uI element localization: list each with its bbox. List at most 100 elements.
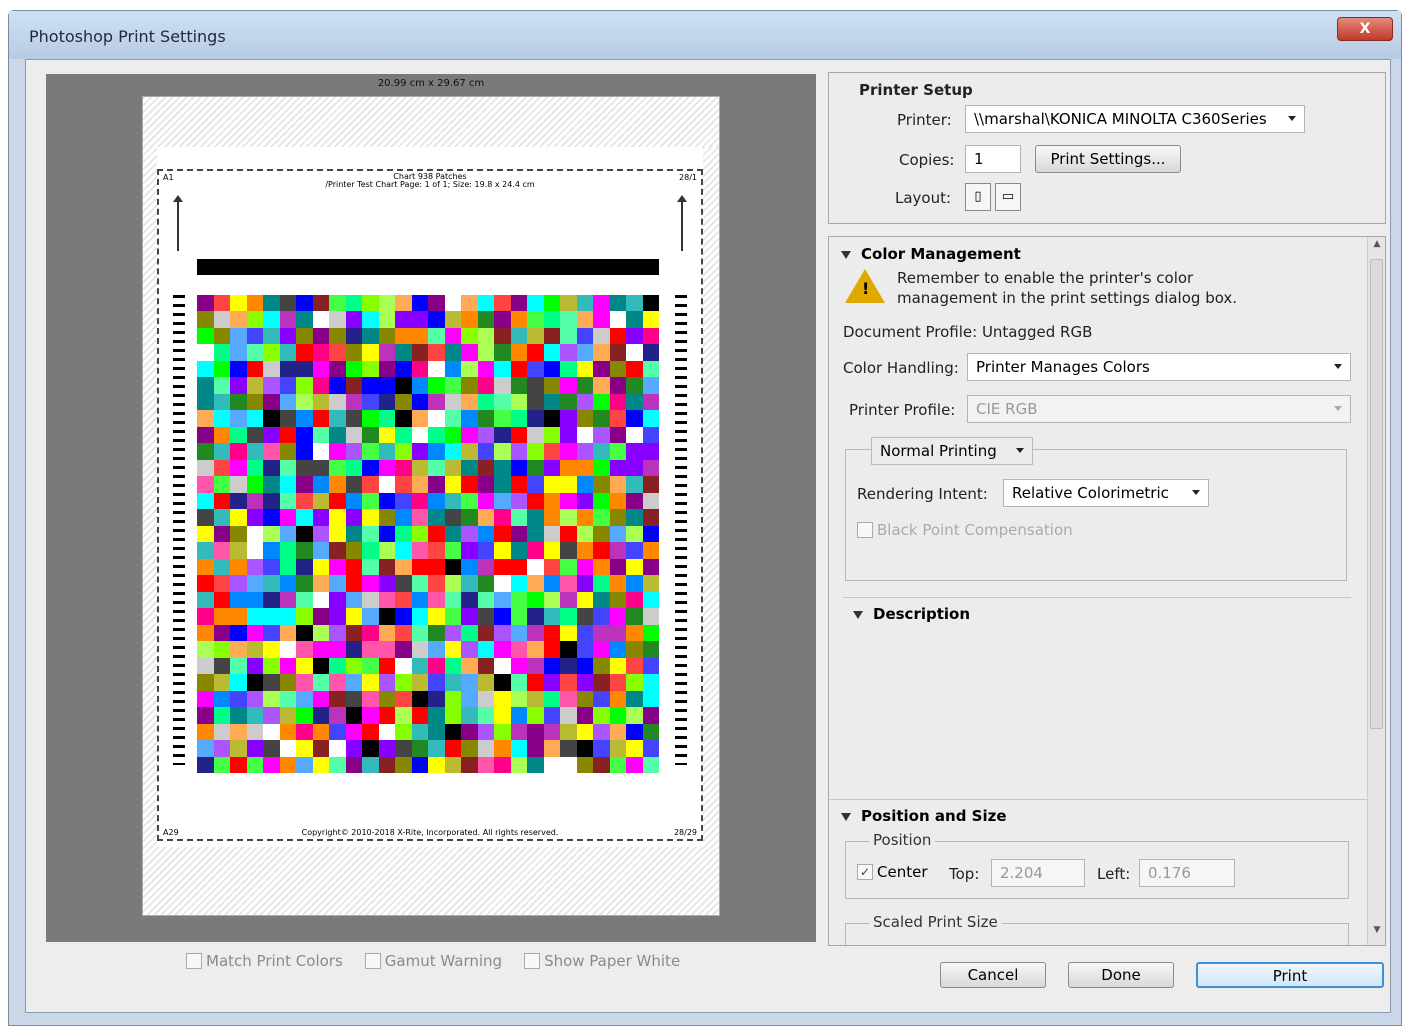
color-patch: [461, 443, 478, 460]
printer-setup-heading: Printer Setup: [859, 81, 973, 99]
color-patch: [527, 311, 544, 328]
color-patch: [609, 542, 626, 559]
color-patch: [428, 624, 445, 642]
checkbox-box[interactable]: [364, 953, 381, 969]
color-patch: [411, 756, 428, 773]
color-patch: [510, 492, 527, 510]
color-handling-select[interactable]: Printer Manages Colors: [967, 353, 1351, 381]
color-patch: [362, 459, 379, 477]
color-patch: [626, 410, 643, 427]
color-patch: [494, 591, 511, 609]
color-patch: [378, 443, 395, 460]
color-patch: [560, 740, 577, 757]
scroll-up-icon[interactable]: ▲: [1368, 239, 1385, 257]
color-patch: [279, 377, 296, 394]
color-patch: [593, 344, 610, 361]
color-patch: [345, 542, 362, 559]
color-patch: [230, 591, 247, 609]
match-print-colors-checkbox[interactable]: Match Print Colors: [186, 952, 343, 970]
warning-icon: !: [845, 269, 885, 303]
black-point-compensation-checkbox[interactable]: Black Point Compensation: [857, 521, 1073, 539]
color-patch: [329, 344, 346, 361]
color-patch: [593, 608, 610, 625]
color-patch: [626, 443, 643, 460]
settings-scroll-panel[interactable]: Color Management ! Remember to enable th…: [828, 236, 1386, 946]
done-button[interactable]: Done: [1068, 962, 1174, 988]
color-patch: [213, 558, 230, 576]
color-patch: [444, 295, 461, 312]
color-patch: [510, 295, 527, 312]
color-patch: [395, 426, 412, 444]
color-patch: [296, 558, 313, 576]
printer-profile-select[interactable]: CIE RGB: [967, 395, 1351, 423]
color-patch: [197, 740, 214, 757]
color-patch: [411, 707, 428, 724]
color-patch: [230, 295, 247, 312]
color-patch: [609, 525, 626, 543]
color-patch: [609, 295, 626, 312]
color-management-header[interactable]: Color Management: [841, 245, 1021, 263]
color-patch: [609, 707, 626, 724]
color-patch: [362, 311, 379, 328]
landscape-layout-icon[interactable]: ▭: [995, 183, 1021, 211]
checkbox-box[interactable]: [857, 522, 873, 538]
position-size-header[interactable]: Position and Size: [841, 807, 1007, 825]
settings-scrollbar[interactable]: ▲ ▼: [1367, 237, 1385, 945]
color-patch: [560, 641, 577, 658]
color-patch: [593, 525, 610, 543]
color-patch: [395, 509, 412, 526]
scroll-down-icon[interactable]: ▼: [1368, 925, 1385, 943]
show-paper-white-checkbox[interactable]: Show Paper White: [524, 952, 680, 970]
checkbox-box[interactable]: [524, 953, 541, 969]
portrait-layout-icon[interactable]: ▯: [965, 183, 991, 211]
rendering-intent-label: Rendering Intent:: [857, 485, 988, 503]
color-patch: [527, 476, 544, 493]
color-patch: [609, 608, 626, 625]
copyright-text: Copyright© 2010-2018 X-Rite, Incorporate…: [301, 828, 559, 837]
color-patch: [444, 327, 461, 345]
color-patch: [543, 641, 560, 658]
color-patch: [345, 426, 362, 444]
color-patch: [428, 674, 445, 691]
color-patch: [279, 591, 296, 609]
color-patch: [213, 311, 230, 328]
color-patch: [378, 327, 395, 345]
printer-select[interactable]: \\marshal\KONICA MINOLTA C360Series: [965, 105, 1305, 133]
registration-ticks-right: [675, 295, 687, 765]
color-patch: [461, 674, 478, 691]
center-checkbox[interactable]: ✓ Center: [857, 863, 928, 881]
color-patch: [197, 476, 214, 493]
close-button[interactable]: X: [1337, 17, 1393, 41]
color-patch: [197, 443, 214, 460]
color-patch: [642, 740, 659, 757]
gamut-warning-label: Gamut Warning: [384, 952, 503, 970]
color-patch: [296, 344, 313, 361]
rendering-intent-select[interactable]: Relative Colorimetric: [1003, 479, 1209, 507]
printable-area[interactable]: A1 28/1 Chart 938 Patches /Printer Test …: [157, 169, 703, 841]
scrollbar-thumb[interactable]: [1370, 259, 1383, 729]
print-preview: 20.99 cm x 29.67 cm A1 28/1 Chart 938 Pa…: [46, 74, 816, 942]
color-patch: [411, 476, 428, 493]
color-patch: [609, 740, 626, 757]
color-patch: [609, 360, 626, 378]
color-patch: [279, 492, 296, 510]
description-header[interactable]: Description: [853, 605, 970, 623]
color-patch: [296, 624, 313, 642]
printing-mode-select[interactable]: Normal Printing: [871, 437, 1033, 465]
print-button[interactable]: Print: [1196, 962, 1384, 988]
left-input[interactable]: 0.176: [1139, 859, 1235, 887]
color-patch: [593, 641, 610, 658]
checkbox-box[interactable]: [186, 953, 202, 969]
cancel-button[interactable]: Cancel: [940, 962, 1046, 988]
print-settings-button[interactable]: Print Settings...: [1035, 145, 1181, 173]
margin-hatch-bottom: [143, 847, 719, 915]
checkbox-box[interactable]: ✓: [857, 864, 873, 880]
color-patch: [329, 674, 346, 691]
gamut-warning-checkbox[interactable]: Gamut Warning: [364, 952, 503, 970]
color-patch: [246, 492, 263, 510]
collapse-triangle-icon: [853, 610, 863, 619]
top-input[interactable]: 2.204: [991, 859, 1085, 887]
color-patch: [246, 542, 263, 559]
color-patch: [609, 459, 626, 477]
copies-input[interactable]: 1: [965, 145, 1021, 173]
